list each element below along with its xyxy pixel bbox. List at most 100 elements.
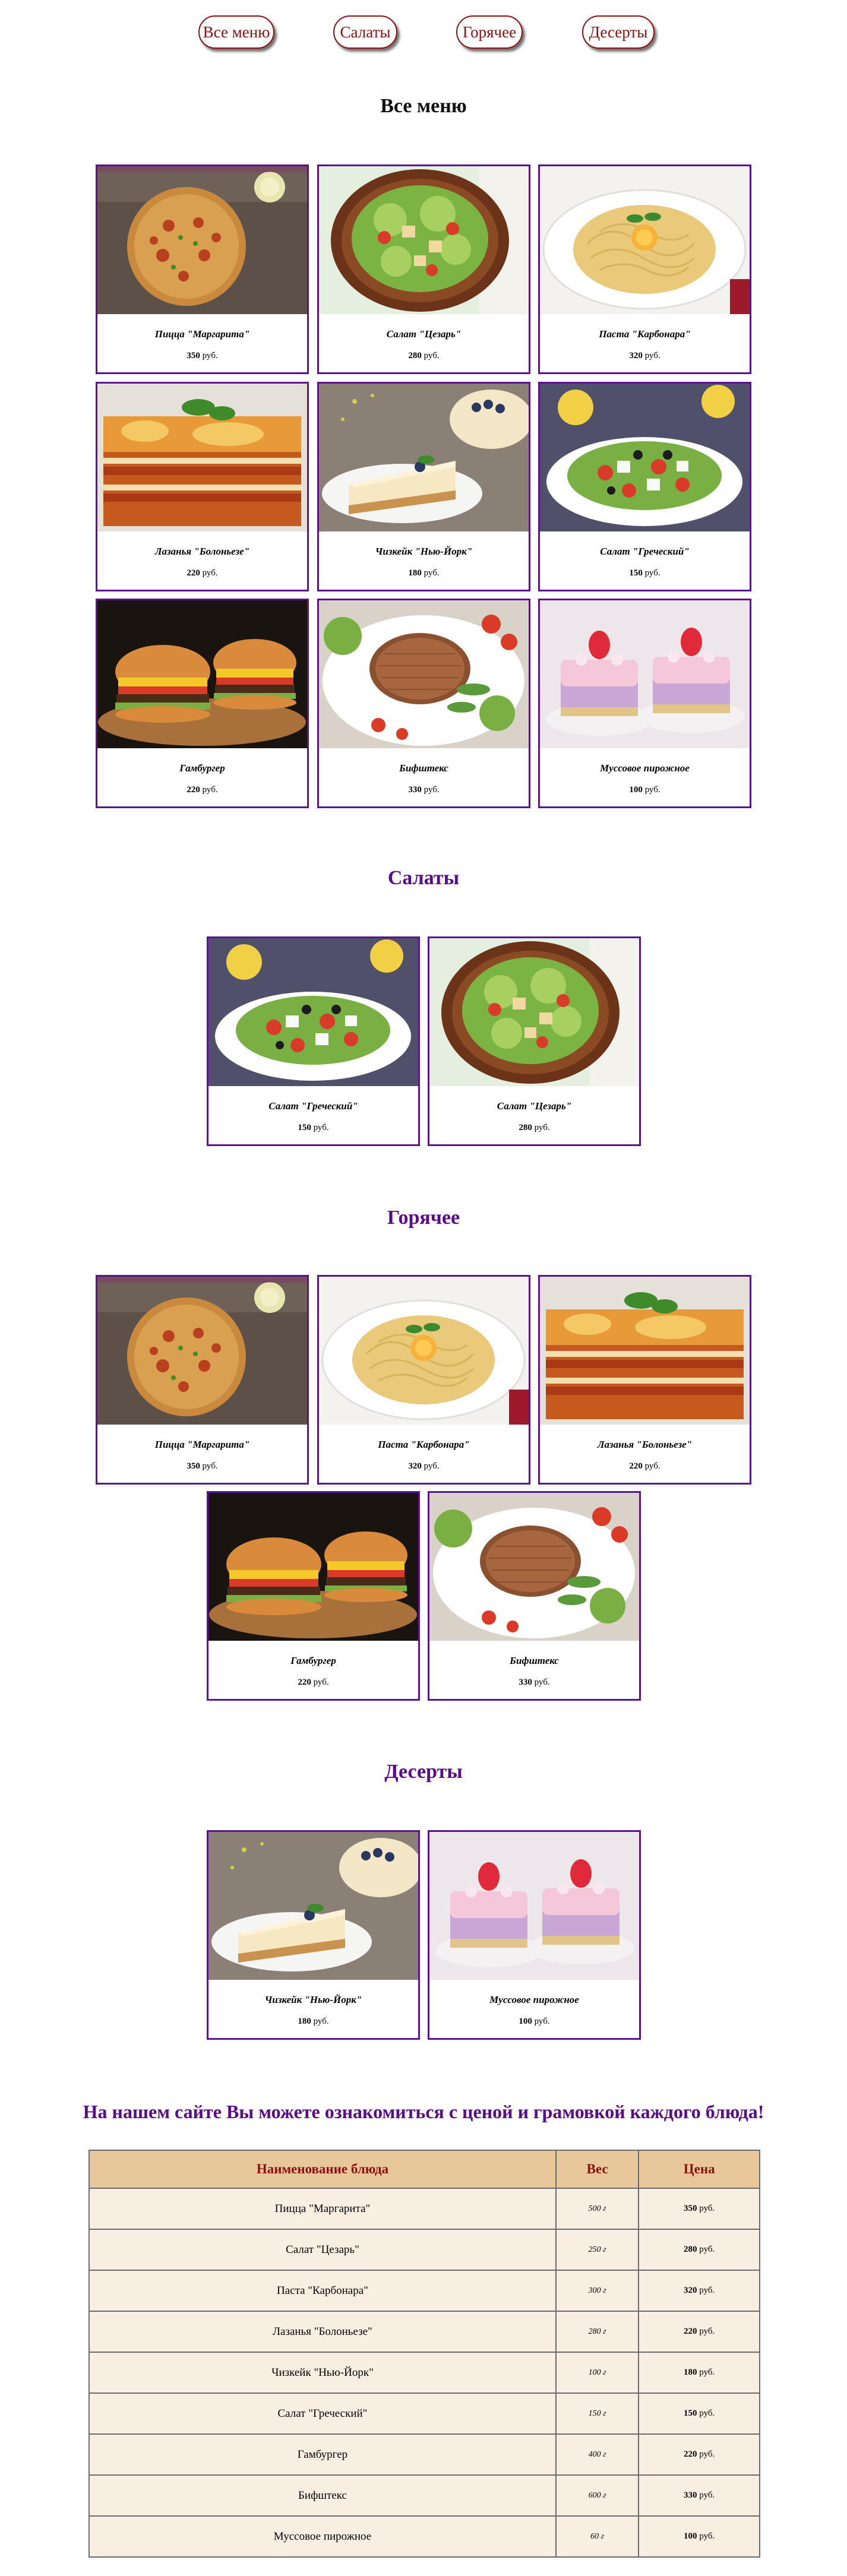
dish-card-greek[interactable]: Салат "Греческий" 150 руб. <box>207 936 420 1146</box>
dish-name: Салат "Цезарь" <box>386 328 462 340</box>
table-row: Лазанья "Болоньезе" 280 г 220 руб. <box>89 2311 760 2353</box>
dish-card-cheesecake[interactable]: Чизкейк "Нью-Йорк" 180 руб. <box>317 382 530 591</box>
nav-hot-button[interactable]: Горячее <box>456 15 523 49</box>
nav-salads-button[interactable]: Салаты <box>333 15 397 49</box>
dish-card-caesar[interactable]: Салат "Цезарь" 280 руб. <box>317 164 530 374</box>
cell-price: 220 руб. <box>638 2433 760 2476</box>
table-row: Чизкейк "Нью-Йорк" 100 г 180 руб. <box>89 2352 760 2394</box>
cell-weight: 250 г <box>555 2229 640 2271</box>
table-row: Салат "Цезарь" 250 г 280 руб. <box>89 2229 760 2271</box>
cell-price: 150 руб. <box>638 2393 760 2435</box>
cell-name: Муссовое пирожное <box>89 2515 557 2558</box>
dish-card-burger[interactable]: Гамбургер 220 руб. <box>207 1491 420 1701</box>
cell-weight: 60 г <box>555 2515 640 2558</box>
cell-weight: 100 г <box>555 2352 640 2394</box>
dish-card-cheesecake[interactable]: Чизкейк "Нью-Йорк" 180 руб. <box>207 1830 420 2040</box>
table-row: Муссовое пирожное 60 г 100 руб. <box>89 2515 760 2558</box>
section-title-salads: Салаты <box>387 867 460 889</box>
cell-weight: 600 г <box>555 2474 640 2517</box>
dish-price: 150 руб. <box>629 568 660 578</box>
dish-price: 100 руб. <box>519 2017 550 2026</box>
dish-price: 180 руб. <box>298 2017 329 2026</box>
dish-price: 320 руб. <box>408 1461 440 1471</box>
dish-price: 220 руб. <box>187 568 218 578</box>
column-header-weight: Вес <box>555 2150 640 2189</box>
carbonara-photo <box>319 1277 529 1425</box>
dish-name: Паста "Карбонара" <box>378 1439 470 1450</box>
dish-card-mousse[interactable]: Муссовое пирожное 100 руб. <box>538 599 751 808</box>
dish-name: Салат "Греческий" <box>600 546 690 557</box>
dish-name: Бифштекс <box>510 1655 559 1666</box>
cell-price: 350 руб. <box>638 2188 760 2230</box>
dish-price: 350 руб. <box>187 351 218 360</box>
cheesecake-photo <box>208 1832 418 1980</box>
cell-name: Салат "Цезарь" <box>89 2229 557 2271</box>
cell-price: 320 руб. <box>638 2270 760 2312</box>
dish-name: Пицца "Маргарита" <box>154 1439 250 1450</box>
table-row: Гамбургер 400 г 220 руб. <box>89 2433 760 2476</box>
cell-weight: 280 г <box>555 2311 640 2353</box>
burger-photo <box>97 600 307 748</box>
dish-card-carbonara[interactable]: Паста "Карбонара" 320 руб. <box>317 1275 530 1485</box>
steak-photo <box>429 1493 639 1641</box>
cell-weight: 500 г <box>555 2188 640 2230</box>
dish-card-caesar[interactable]: Салат "Цезарь" 280 руб. <box>428 936 641 1146</box>
cell-name: Паста "Карбонара" <box>89 2270 557 2312</box>
dish-name: Чизкейк "Нью-Йорк" <box>375 546 473 557</box>
dish-card-carbonara[interactable]: Паста "Карбонара" 320 руб. <box>538 164 751 374</box>
cell-name: Лазанья "Болоньезе" <box>89 2311 557 2353</box>
section-title-hot: Горячее <box>387 1207 460 1229</box>
dish-name: Муссовое пирожное <box>600 762 690 774</box>
caesar-photo <box>429 938 639 1086</box>
dish-card-steak[interactable]: Бифштекс 330 руб. <box>428 1491 641 1701</box>
table-row: Пицца "Маргарита" 500 г 350 руб. <box>89 2188 760 2230</box>
dish-card-pizza[interactable]: Пицца "Маргарита" 350 руб. <box>96 164 309 374</box>
section-title-all: Все меню <box>380 95 467 117</box>
cell-weight: 150 г <box>555 2393 640 2435</box>
dish-card-lasagna[interactable]: Лазанья "Болоньезе" 220 руб. <box>96 382 309 591</box>
dish-name: Лазанья "Болоньезе" <box>154 546 250 557</box>
dish-price: 220 руб. <box>187 785 218 795</box>
pizza-photo <box>97 166 307 314</box>
nav-desserts-button[interactable]: Десерты <box>582 15 655 49</box>
dish-price: 220 руб. <box>629 1461 660 1471</box>
dish-card-pizza[interactable]: Пицца "Маргарита" 350 руб. <box>96 1275 309 1485</box>
cell-price: 280 руб. <box>638 2229 760 2271</box>
cell-name: Гамбургер <box>89 2433 557 2476</box>
dish-price: 330 руб. <box>519 1678 550 1687</box>
promo-heading: На нашем сайте Вы можете ознакомиться с … <box>83 2101 764 2122</box>
dish-card-steak[interactable]: Бифштекс 330 руб. <box>317 599 530 808</box>
dish-card-lasagna[interactable]: Лазанья "Болоньезе" 220 руб. <box>538 1275 751 1485</box>
cell-name: Бифштекс <box>89 2474 557 2517</box>
dish-name: Чизкейк "Нью-Йорк" <box>264 1994 362 2005</box>
cell-weight: 400 г <box>555 2433 640 2476</box>
dish-price: 320 руб. <box>629 351 660 360</box>
dish-card-mousse[interactable]: Муссовое пирожное 100 руб. <box>428 1830 641 2040</box>
dish-card-greek[interactable]: Салат "Греческий" 150 руб. <box>538 382 751 591</box>
top-nav: Все меню Салаты Горячее Десерты <box>0 15 847 50</box>
dish-name: Салат "Греческий" <box>268 1100 358 1112</box>
cell-weight: 300 г <box>555 2270 640 2312</box>
greek-salad-photo <box>208 938 418 1086</box>
dish-card-burger[interactable]: Гамбургер 220 руб. <box>96 599 309 808</box>
mousse-photo <box>429 1832 639 1980</box>
dish-name: Гамбургер <box>179 762 225 774</box>
table-row: Салат "Греческий" 150 г 150 руб. <box>89 2393 760 2435</box>
column-header-name: Наименование блюда <box>89 2150 557 2189</box>
table-row: Паста "Карбонара" 300 г 320 руб. <box>89 2270 760 2312</box>
nav-all-menu-button[interactable]: Все меню <box>198 15 274 49</box>
cheesecake-photo <box>319 384 529 531</box>
dish-price: 100 руб. <box>629 785 660 795</box>
table-header-row: Наименование блюда Вес Цена <box>89 2150 760 2189</box>
column-header-price: Цена <box>638 2150 760 2189</box>
steak-photo <box>319 600 529 748</box>
table-row: Бифштекс 600 г 330 руб. <box>89 2474 760 2517</box>
dish-price: 220 руб. <box>298 1678 329 1687</box>
dish-name: Муссовое пирожное <box>489 1994 579 2005</box>
cell-price: 100 руб. <box>638 2515 760 2558</box>
cell-name: Салат "Греческий" <box>89 2393 557 2435</box>
lasagna-photo <box>97 384 307 531</box>
dish-price: 280 руб. <box>408 351 440 360</box>
dish-price: 180 руб. <box>408 568 440 578</box>
dish-name: Пицца "Маргарита" <box>154 328 250 340</box>
